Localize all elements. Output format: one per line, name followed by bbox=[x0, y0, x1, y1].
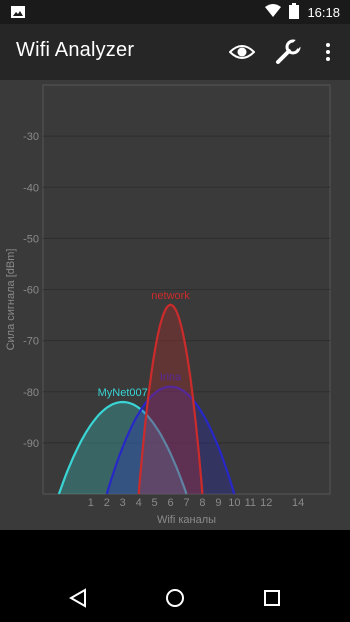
bottom-spacer bbox=[0, 530, 350, 574]
x-tick-label: 9 bbox=[215, 497, 221, 509]
y-tick-label: -60 bbox=[23, 285, 39, 297]
recents-icon[interactable] bbox=[258, 584, 286, 612]
x-tick-label: 10 bbox=[228, 497, 240, 509]
series-label-network: network bbox=[151, 290, 190, 302]
y-axis-label: Сила сигнала [dBm] bbox=[5, 249, 17, 351]
clock-text: 16:18 bbox=[307, 5, 340, 20]
x-axis-label: Wifi каналы bbox=[157, 514, 216, 526]
signal-chart: -30 -40 -50 -60 -70 -80 -90 1 2 3 4 5 6 7 8 9 10 11 12 14 Wi… bbox=[0, 80, 350, 530]
y-tick-label: -30 bbox=[23, 131, 39, 143]
x-tick-label: 4 bbox=[136, 497, 142, 509]
x-tick-label: 6 bbox=[167, 497, 173, 509]
x-tick-label: 12 bbox=[260, 497, 272, 509]
image-notification-icon bbox=[10, 4, 26, 25]
back-icon[interactable] bbox=[64, 584, 92, 612]
series-label-mynet007: MyNet007 bbox=[98, 387, 148, 399]
battery-icon bbox=[289, 3, 300, 22]
y-tick-label: -50 bbox=[23, 233, 39, 245]
wifi-icon bbox=[265, 4, 282, 21]
app-bar: Wifi Analyzer bbox=[0, 24, 350, 80]
signal-chart-svg: -30-40-50-60-70-80-901 2 3 4 5 6 7 8 9 10 11 12 14Wi… bbox=[5, 84, 331, 526]
wrench-icon[interactable] bbox=[272, 36, 304, 68]
eye-icon[interactable] bbox=[226, 36, 258, 68]
status-bar: 16:18 bbox=[0, 0, 350, 24]
nav-bar bbox=[0, 574, 350, 622]
y-tick-label: -70 bbox=[23, 336, 39, 348]
x-tick-label: 2 bbox=[104, 497, 110, 509]
y-tick-label: -90 bbox=[23, 438, 39, 450]
x-tick-label: 7 bbox=[183, 497, 189, 509]
x-tick-label: 1 bbox=[88, 497, 94, 509]
x-tick-label: 3 bbox=[120, 497, 126, 509]
y-tick-label: -40 bbox=[23, 182, 39, 194]
x-tick-label: 5 bbox=[152, 497, 158, 509]
x-tick-label: 8 bbox=[199, 497, 205, 509]
x-tick-label: 14 bbox=[292, 497, 304, 509]
more-vert-icon[interactable] bbox=[312, 36, 344, 68]
home-icon[interactable] bbox=[161, 584, 189, 612]
y-tick-label: -80 bbox=[23, 387, 39, 399]
x-tick-label: 11 bbox=[245, 497, 256, 509]
app-title: Wifi Analyzer bbox=[16, 39, 135, 61]
